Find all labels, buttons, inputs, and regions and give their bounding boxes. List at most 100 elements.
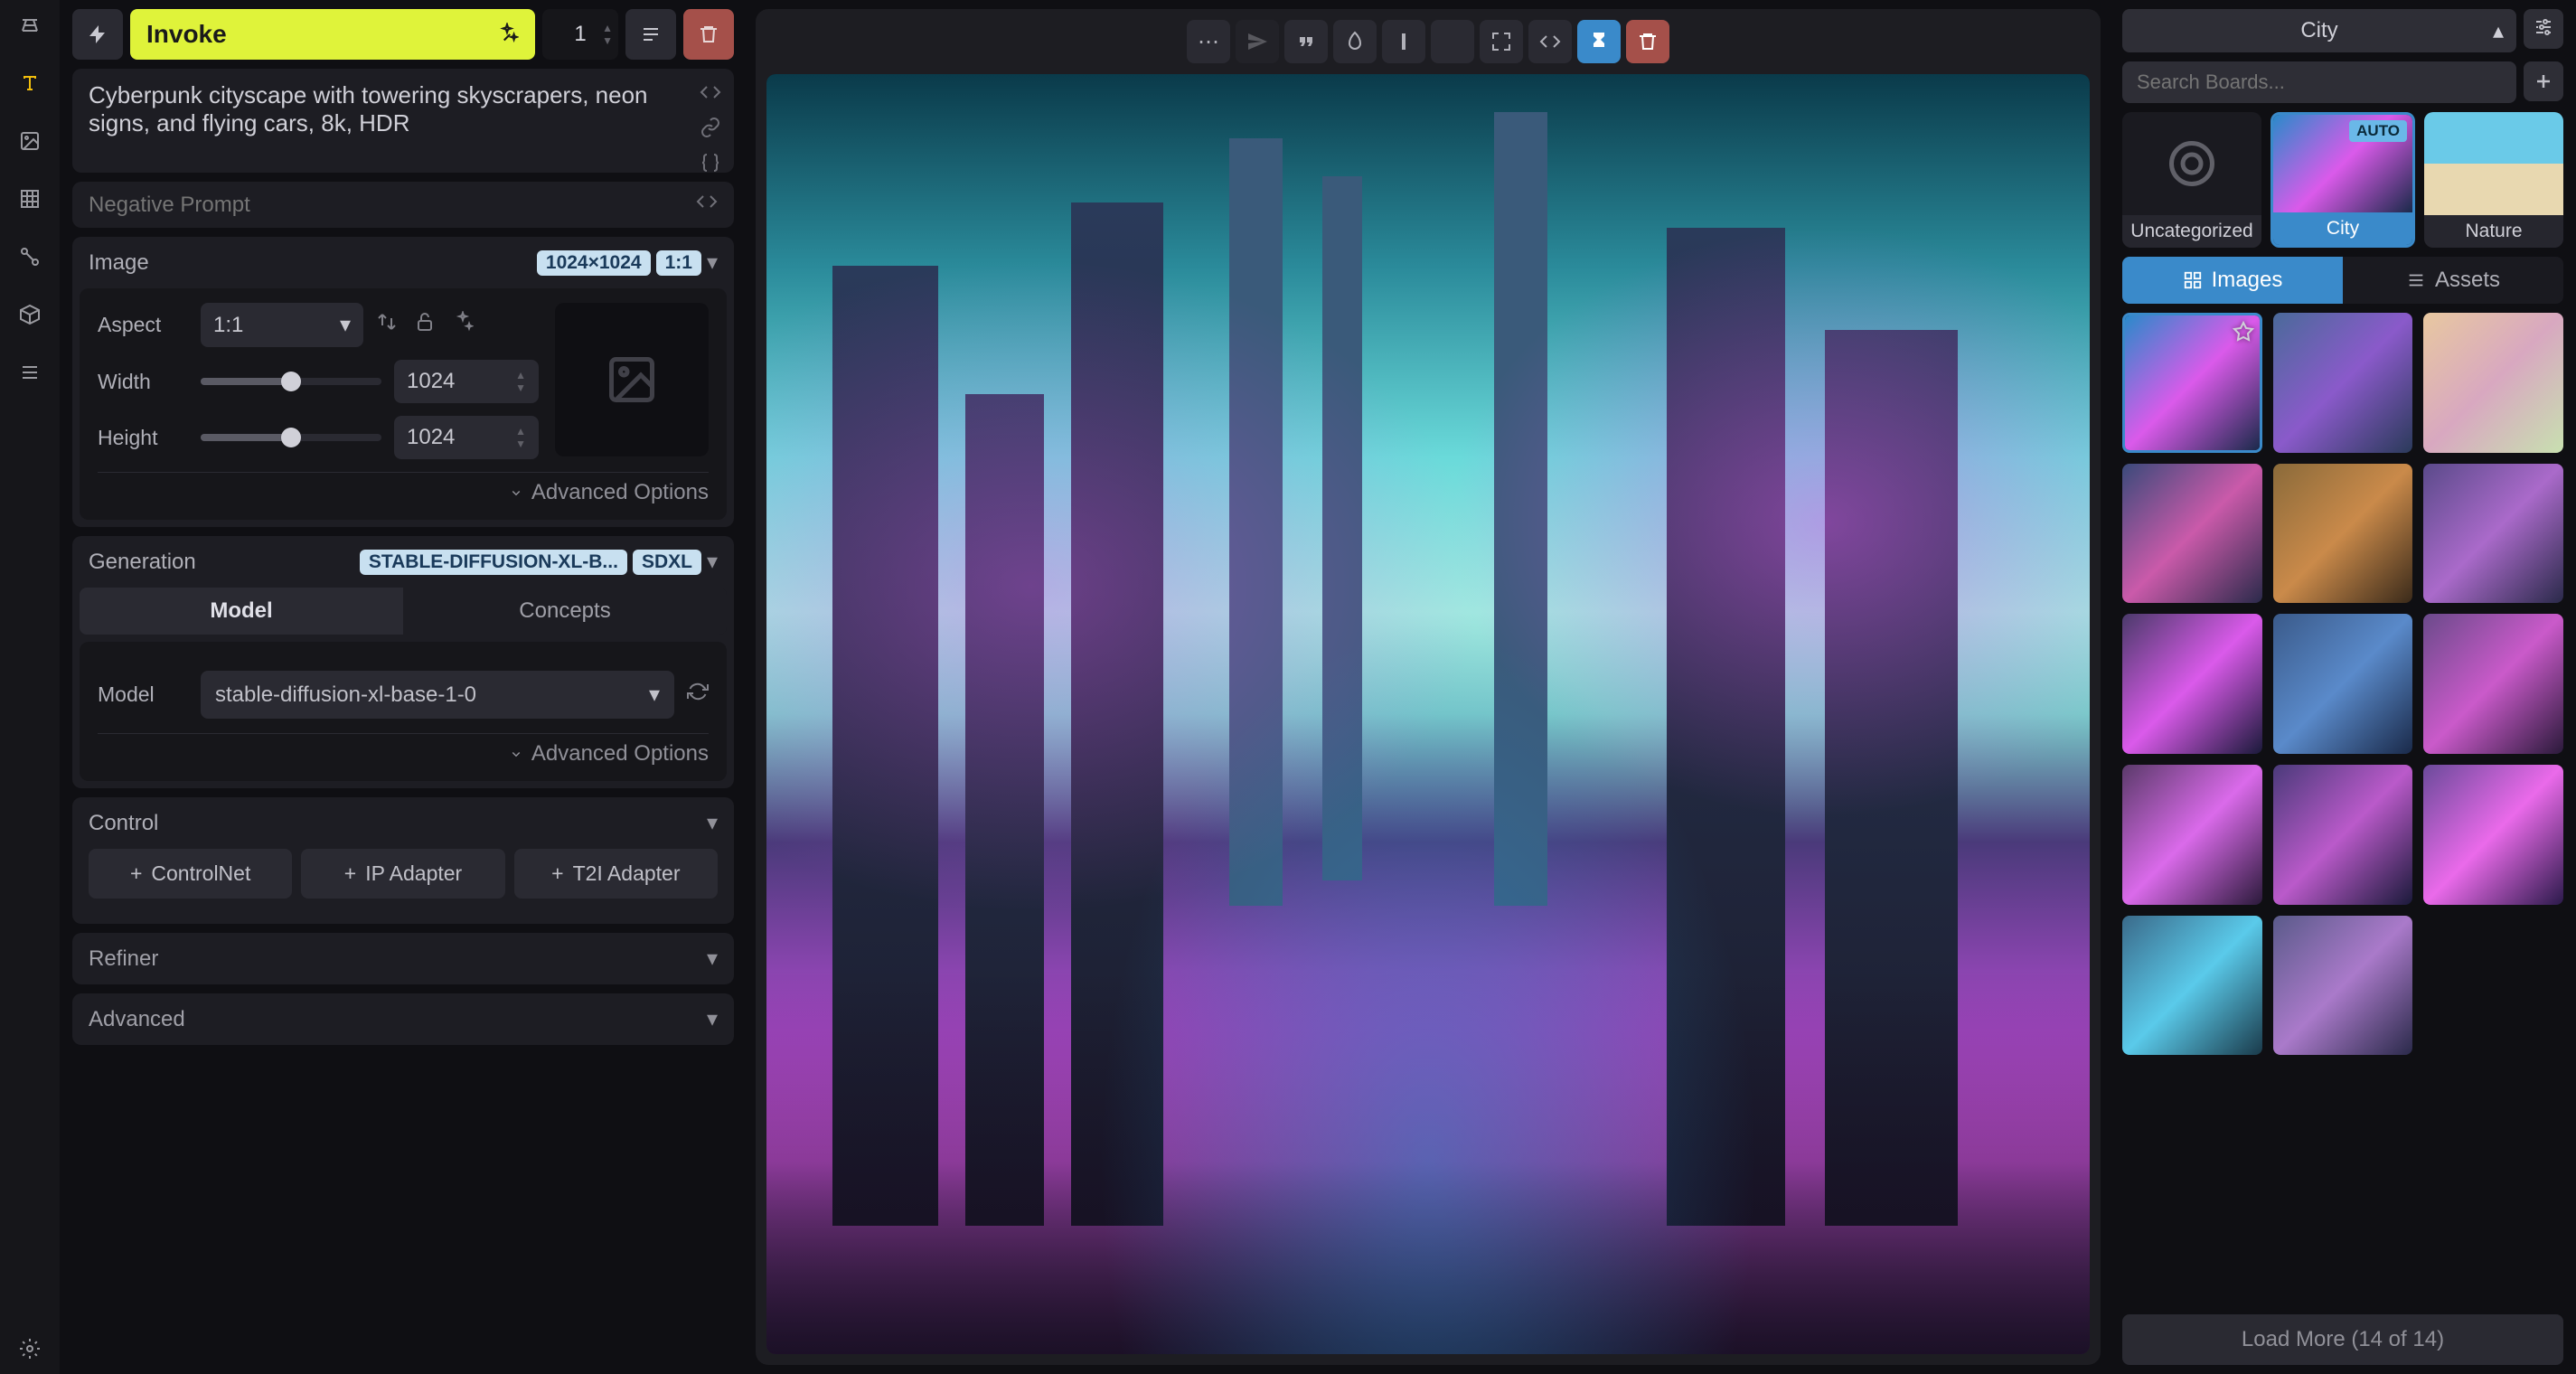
- gallery-thumb[interactable]: [2423, 765, 2563, 905]
- chevron-up-icon: ▴: [2493, 18, 2504, 44]
- refresh-models-icon[interactable]: [687, 681, 709, 709]
- tab-model[interactable]: Model: [80, 588, 403, 635]
- board-select[interactable]: City ▴: [2122, 9, 2516, 52]
- image-advanced-label: Advanced Options: [531, 480, 709, 505]
- generation-advanced-toggle[interactable]: Advanced Options: [98, 733, 709, 767]
- iterations-input[interactable]: 1 ▲▼: [542, 9, 618, 60]
- clear-queue-button[interactable]: [683, 9, 734, 60]
- gallery-thumb[interactable]: [2122, 313, 2262, 453]
- bolt-button[interactable]: [72, 9, 123, 60]
- canvas-toolbar: ⋯: [766, 20, 2090, 63]
- ratio-badge: 1:1: [656, 250, 701, 276]
- seed-icon[interactable]: [1333, 20, 1377, 63]
- gallery-thumb[interactable]: [2273, 313, 2413, 453]
- image-tab-icon[interactable]: [14, 125, 46, 157]
- settings-icon[interactable]: [14, 1332, 46, 1365]
- height-slider[interactable]: [201, 434, 381, 441]
- code-view-icon[interactable]: [1528, 20, 1572, 63]
- asterisk-icon[interactable]: [1431, 20, 1474, 63]
- positive-prompt-input[interactable]: [89, 81, 667, 154]
- refiner-section[interactable]: Refiner ▾: [72, 933, 734, 984]
- advanced-section[interactable]: Advanced ▾: [72, 993, 734, 1045]
- image-section: Image 1024×1024 1:1 ▾ Aspect 1:1 ▾: [72, 237, 734, 527]
- prompt-link-icon[interactable]: [700, 117, 721, 145]
- gallery-thumb[interactable]: [2273, 765, 2413, 905]
- ruler-icon[interactable]: [1382, 20, 1425, 63]
- gallery-thumb[interactable]: [2423, 313, 2563, 453]
- nodes-tab-icon[interactable]: [14, 240, 46, 273]
- delete-image-button[interactable]: [1626, 20, 1669, 63]
- tab-images[interactable]: Images: [2122, 257, 2343, 304]
- neg-code-icon[interactable]: [696, 191, 718, 219]
- board-label: City: [2273, 212, 2412, 245]
- generation-header[interactable]: Generation STABLE-DIFFUSION-XL-B... SDXL…: [72, 536, 734, 588]
- sparkle-aspect-icon[interactable]: [452, 311, 474, 339]
- control-section: Control ▾ +ControlNet +IP Adapter +T2I A…: [72, 797, 734, 924]
- gallery-thumb[interactable]: [2122, 464, 2262, 604]
- chevron-down-icon: ▾: [340, 312, 351, 338]
- send-icon[interactable]: [1236, 20, 1279, 63]
- aspect-select[interactable]: 1:1 ▾: [201, 303, 363, 347]
- iterations-value: 1: [574, 22, 586, 47]
- add-controlnet-button[interactable]: +ControlNet: [89, 849, 292, 899]
- width-input[interactable]: 1024 ▲▼: [394, 360, 539, 403]
- gallery-thumb[interactable]: [2122, 916, 2262, 1056]
- image-title: Image: [89, 250, 149, 276]
- width-slider[interactable]: [201, 378, 381, 385]
- gallery-thumb[interactable]: [2122, 614, 2262, 754]
- lock-aspect-icon[interactable]: [414, 311, 436, 339]
- image-chevron-icon[interactable]: ▾: [707, 249, 718, 276]
- queue-list-button[interactable]: [625, 9, 676, 60]
- star-icon[interactable]: [2233, 321, 2254, 349]
- prompt-braces-icon[interactable]: [700, 152, 721, 180]
- negative-prompt-input[interactable]: [89, 193, 667, 218]
- grid-tab-icon[interactable]: [14, 183, 46, 215]
- tab-concepts[interactable]: Concepts: [403, 588, 727, 635]
- prompt-code-icon[interactable]: [700, 81, 721, 109]
- hourglass-icon[interactable]: [1577, 20, 1621, 63]
- swap-dimensions-icon[interactable]: [376, 311, 398, 339]
- quote-icon[interactable]: [1284, 20, 1328, 63]
- invoke-button[interactable]: Invoke: [130, 9, 535, 60]
- text-tab-icon[interactable]: [14, 67, 46, 99]
- queue-tab-icon[interactable]: [14, 356, 46, 389]
- board-settings-button[interactable]: [2524, 9, 2563, 49]
- fullscreen-icon[interactable]: [1480, 20, 1523, 63]
- more-options-button[interactable]: ⋯: [1187, 20, 1230, 63]
- search-boards-input[interactable]: [2122, 61, 2516, 103]
- board-nature[interactable]: Nature: [2424, 112, 2563, 248]
- boards-list: Uncategorized AUTO City Nature: [2122, 112, 2563, 248]
- model-select[interactable]: stable-diffusion-xl-base-1-0 ▾: [201, 671, 674, 719]
- invoke-label: Invoke: [146, 20, 227, 49]
- cube-tab-icon[interactable]: [14, 298, 46, 331]
- gallery-thumb[interactable]: [2122, 765, 2262, 905]
- load-more-button[interactable]: Load More (14 of 14): [2122, 1314, 2563, 1365]
- image-gallery: [2122, 313, 2563, 1305]
- app-logo-icon[interactable]: [14, 9, 46, 42]
- refiner-chevron-icon: ▾: [707, 946, 718, 972]
- add-ip-adapter-button[interactable]: +IP Adapter: [301, 849, 504, 899]
- invoke-row: Invoke 1 ▲▼: [72, 9, 734, 60]
- add-t2i-adapter-button[interactable]: +T2I Adapter: [514, 849, 718, 899]
- control-title: Control: [89, 811, 158, 836]
- tab-assets[interactable]: Assets: [2343, 257, 2563, 304]
- generation-advanced-label: Advanced Options: [531, 741, 709, 767]
- height-input[interactable]: 1024 ▲▼: [394, 416, 539, 459]
- gallery-thumb[interactable]: [2273, 614, 2413, 754]
- image-canvas[interactable]: [766, 74, 2090, 1354]
- generation-chevron-icon[interactable]: ▾: [707, 549, 718, 575]
- height-label: Height: [98, 426, 188, 450]
- gallery-thumb[interactable]: [2423, 464, 2563, 604]
- add-board-button[interactable]: [2524, 61, 2563, 101]
- board-uncategorized[interactable]: Uncategorized: [2122, 112, 2261, 248]
- image-advanced-toggle[interactable]: Advanced Options: [98, 472, 709, 505]
- generated-image: [766, 74, 2090, 1354]
- gallery-thumb[interactable]: [2273, 916, 2413, 1056]
- board-city[interactable]: AUTO City: [2270, 112, 2415, 248]
- gallery-thumb[interactable]: [2423, 614, 2563, 754]
- gallery-thumb[interactable]: [2273, 464, 2413, 604]
- iterations-spinners[interactable]: ▲▼: [602, 22, 613, 47]
- image-section-header[interactable]: Image 1024×1024 1:1 ▾: [72, 237, 734, 288]
- chevron-down-icon: ▾: [649, 682, 660, 708]
- control-chevron-icon[interactable]: ▾: [707, 810, 718, 836]
